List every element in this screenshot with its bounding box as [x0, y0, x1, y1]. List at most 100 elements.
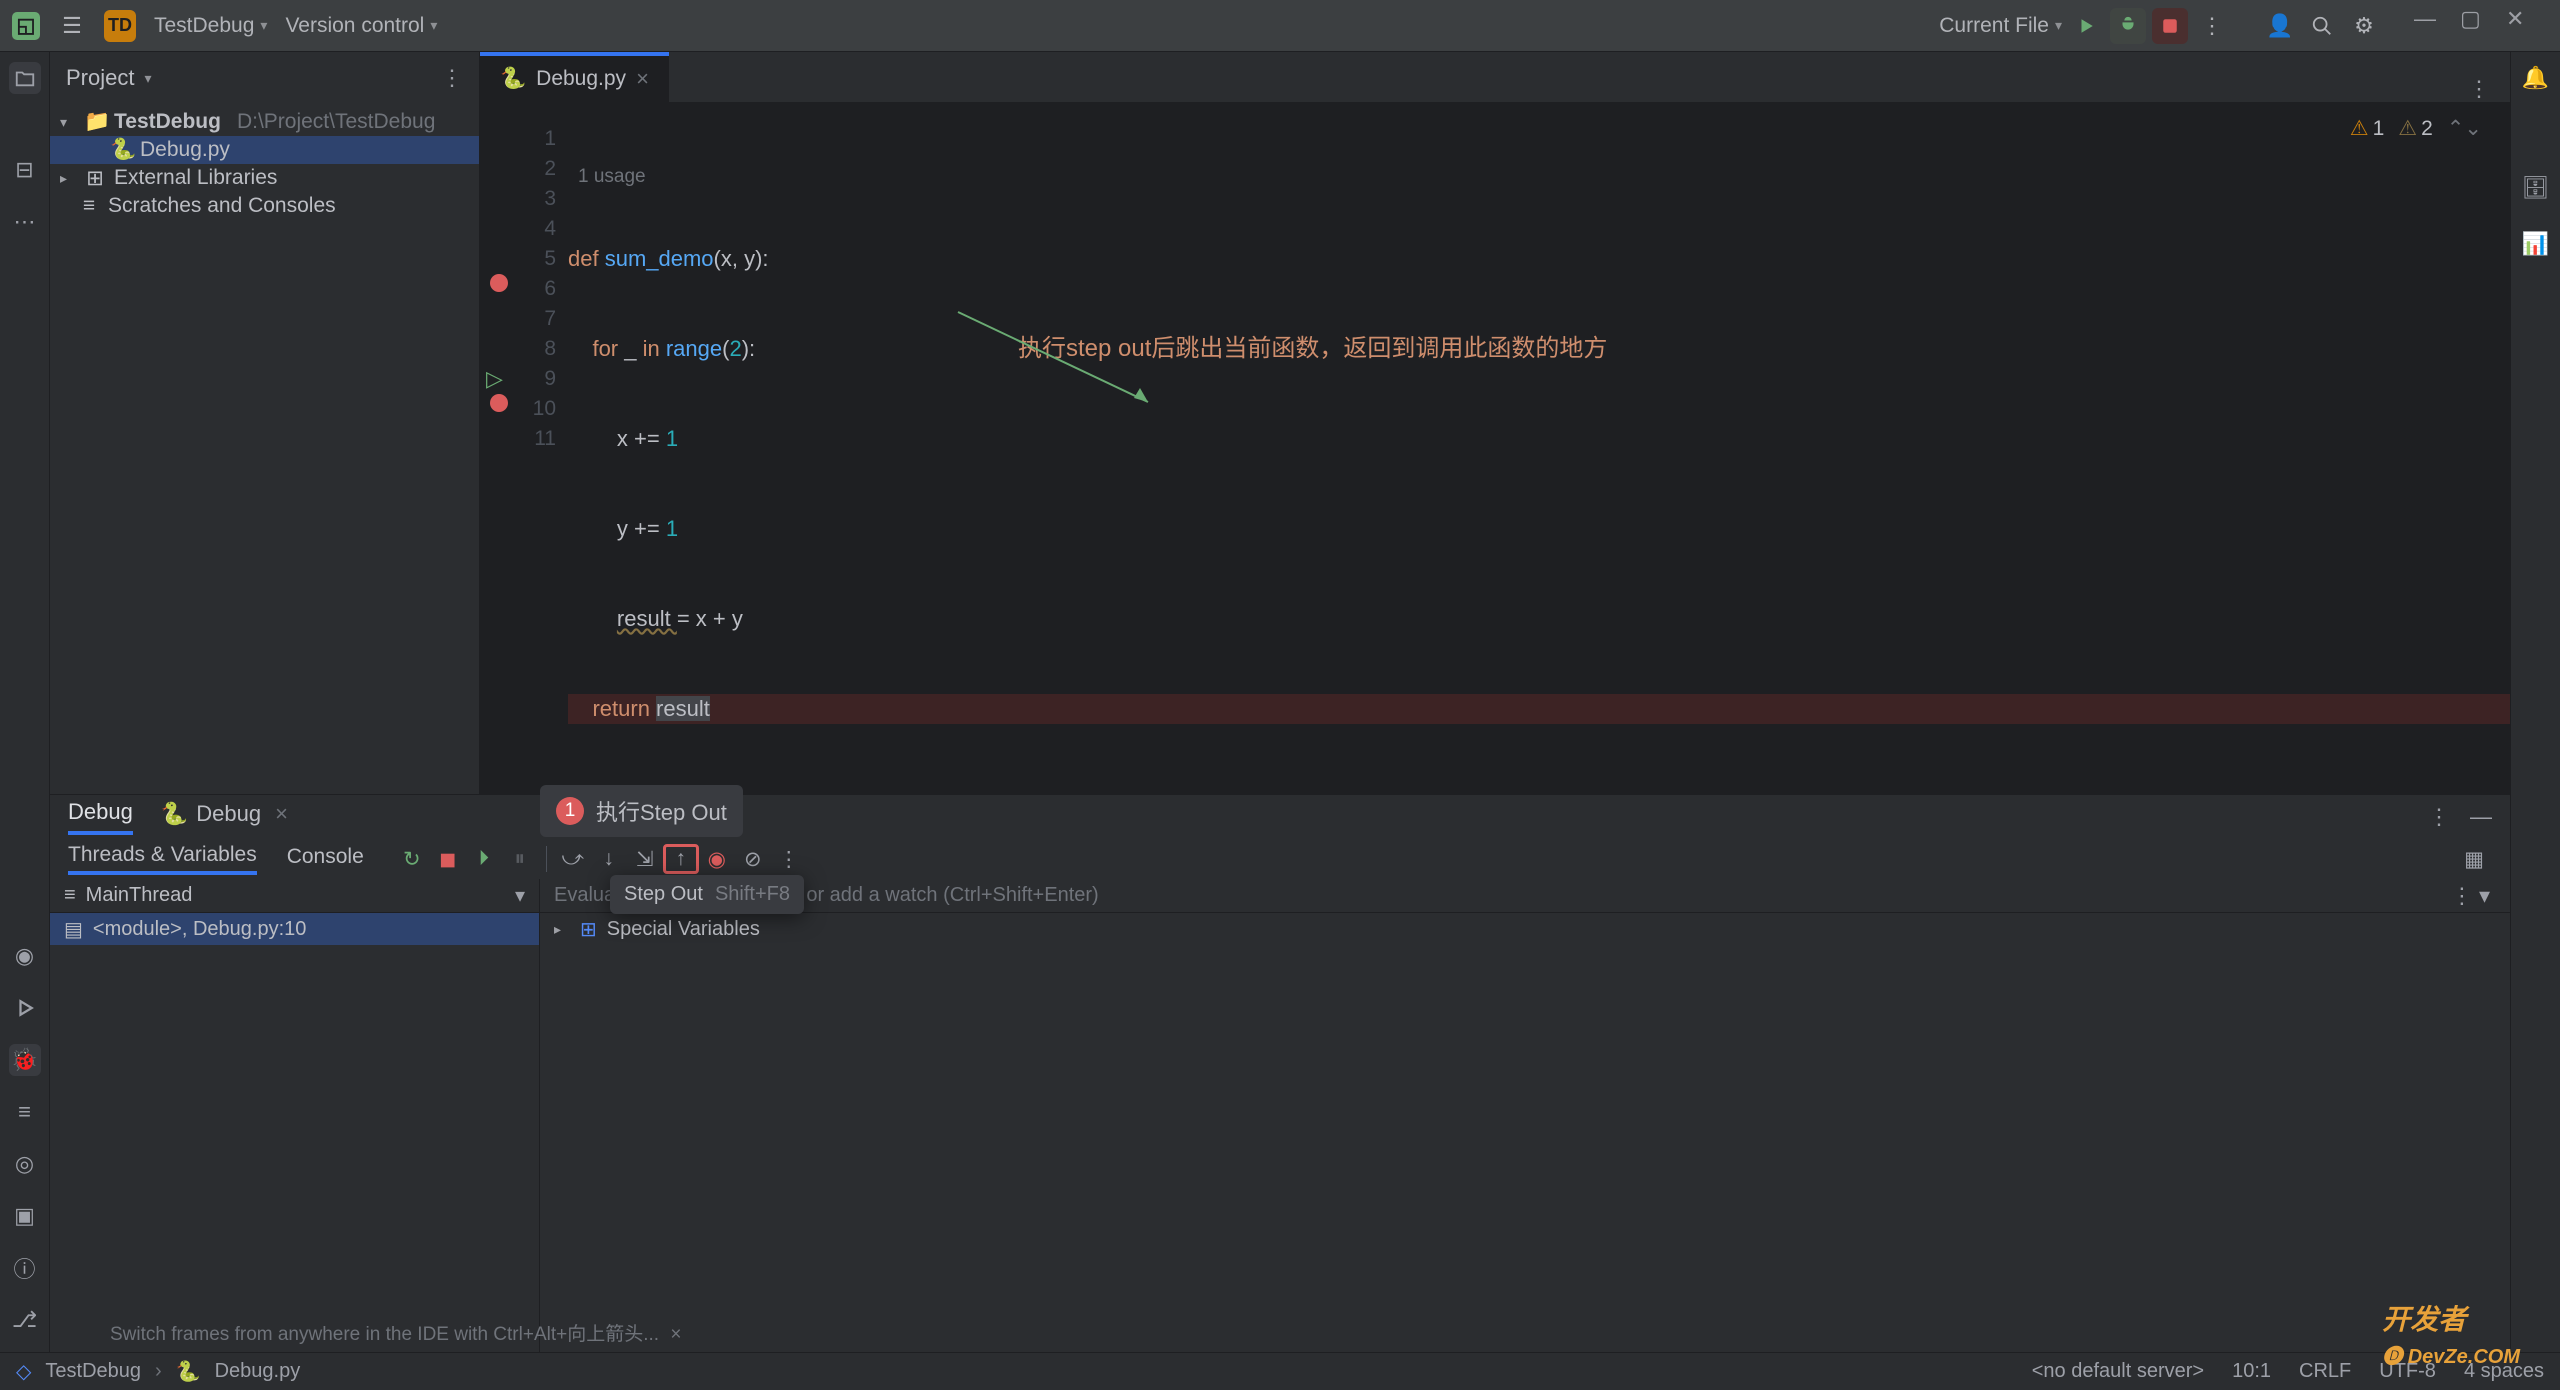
hamburger-icon[interactable]: ☰ [58, 12, 86, 40]
debug-run-tab[interactable]: 🐍Debug× [161, 801, 288, 833]
thread-selector[interactable]: ≡ MainThread ▾ [50, 879, 539, 913]
vcs-menu[interactable]: Version control ▾ [285, 14, 437, 38]
python-console-icon[interactable]: ◉ [9, 940, 41, 972]
tree-file-label: Debug.py [140, 138, 230, 162]
rerun-icon[interactable]: ↻ [394, 844, 430, 874]
right-tool-strip: 🔔 🗄 📊 [2510, 52, 2560, 1352]
step-over-icon[interactable]: ⤻ [555, 844, 591, 874]
scratches-label: Scratches and Consoles [108, 194, 336, 218]
chevron-right-icon: ▸ [60, 170, 76, 187]
sciview-icon[interactable]: 📊 [2520, 228, 2552, 260]
ide-logo-icon[interactable]: ◱ [12, 12, 40, 40]
minimize-icon[interactable]: — [2414, 6, 2454, 46]
notifications-icon[interactable]: 🔔 [2520, 62, 2552, 94]
chevron-down-icon: ▾ [260, 17, 267, 34]
debug-button[interactable] [2110, 8, 2146, 44]
frame-icon: ▤ [64, 917, 83, 942]
database-icon[interactable]: 🗄 [2520, 172, 2552, 204]
vcs-tool-icon[interactable]: ⎇ [9, 1304, 41, 1336]
editor-options-icon[interactable]: ⋮ [2468, 76, 2510, 102]
pause-icon[interactable]: ⏸ [502, 844, 538, 874]
terminal-icon[interactable]: ▣ [9, 1200, 41, 1232]
debug-tool-icon[interactable]: 🐞 [9, 1044, 41, 1076]
stop-icon[interactable]: ◼ [430, 844, 466, 874]
crumb-project[interactable]: TestDebug [45, 1360, 141, 1383]
line-separator[interactable]: CRLF [2299, 1360, 2351, 1383]
panel-options-icon[interactable]: ⋮ [441, 65, 463, 91]
variables-panel: Evaluate expression (Enter) or add a wat… [540, 879, 2510, 1352]
breakpoint-icon[interactable] [490, 274, 508, 292]
project-tree[interactable]: ▾ 📁 TestDebug D:\Project\TestDebug 🐍 Deb… [50, 104, 479, 224]
debug-tab[interactable]: Debug [68, 799, 133, 835]
chevron-down-icon: ▾ [430, 17, 437, 34]
panel-options-icon[interactable]: ⋮ [2428, 804, 2450, 830]
step-into-my-icon[interactable]: ⇲ [627, 844, 663, 874]
debug-body: ≡ MainThread ▾ ▤ <module>, Debug.py:10 E… [50, 879, 2510, 1352]
module-icon: ◇ [16, 1359, 31, 1384]
callout-number: 1 [556, 797, 584, 825]
layout-icon[interactable]: ▦ [2456, 844, 2492, 874]
console-tab[interactable]: Console [287, 845, 364, 873]
step-into-icon[interactable]: ↓ [591, 844, 627, 874]
scratches-icon: ≡ [78, 194, 100, 218]
threads-vars-tab[interactable]: Threads & Variables [68, 843, 257, 875]
debug-panel: Debug 🐍Debug× ⋮ — 1 执行Step Out Threads &… [50, 794, 2510, 1352]
services-icon[interactable]: ≡ [9, 1096, 41, 1128]
frames-panel: ≡ MainThread ▾ ▤ <module>, Debug.py:10 [50, 879, 540, 1352]
search-icon[interactable] [2304, 8, 2340, 44]
mute-breakpoints-icon[interactable]: ⊘ [735, 844, 771, 874]
titlebar: ◱ ☰ TD TestDebug ▾ Version control ▾ Curre… [0, 0, 2560, 52]
step-out-button[interactable]: ↑ [663, 844, 699, 874]
evaluate-input[interactable]: Evaluate expression (Enter) or add a wat… [540, 879, 2510, 913]
close-icon[interactable]: × [670, 1324, 681, 1345]
python-file-icon: 🐍 [500, 67, 526, 91]
more-icon[interactable]: ⋮ [2194, 8, 2230, 44]
chevron-down-icon: ▾ [60, 114, 76, 131]
crumb-file[interactable]: Debug.py [215, 1360, 301, 1383]
run-config-selector[interactable]: Current File▾ [1939, 14, 2062, 38]
editor-tab[interactable]: 🐍 Debug.py × [480, 52, 669, 102]
tree-scratches[interactable]: ≡ Scratches and Consoles [50, 192, 479, 220]
usage-hint: 1 usage [568, 162, 2510, 184]
python-file-icon: 🐍 [110, 138, 132, 162]
statusbar: ◇ TestDebug › 🐍 Debug.py <no default ser… [0, 1352, 2560, 1390]
tree-ext-libs[interactable]: ▸ ⊞ External Libraries [50, 164, 479, 192]
maximize-icon[interactable]: ▢ [2460, 6, 2500, 46]
vars-options-icon[interactable]: ⋮ ▾ [2437, 879, 2504, 913]
project-selector[interactable]: TestDebug ▾ [154, 14, 267, 38]
chevron-right-icon: ▸ [554, 921, 570, 938]
vcs-label: Version control [285, 14, 424, 38]
problems-icon[interactable]: ⓘ [9, 1252, 41, 1284]
stop-button[interactable] [2152, 8, 2188, 44]
more-debug-icon[interactable]: ⋮ [771, 844, 807, 874]
minimize-panel-icon[interactable]: — [2470, 804, 2492, 830]
person-icon[interactable]: 👤 [2262, 8, 2298, 44]
chevron-down-icon: ▾ [144, 70, 151, 87]
project-name-label: TestDebug [154, 14, 254, 38]
structure-icon[interactable]: ⊟ [9, 154, 41, 186]
close-icon[interactable]: × [275, 801, 288, 827]
run-button[interactable] [2068, 8, 2104, 44]
server-status[interactable]: <no default server> [2032, 1360, 2204, 1383]
packages-icon[interactable]: ◎ [9, 1148, 41, 1180]
run-gutter-icon[interactable]: ▷ [486, 364, 503, 394]
tree-root[interactable]: ▾ 📁 TestDebug D:\Project\TestDebug [50, 108, 479, 136]
tree-file-debug[interactable]: 🐍 Debug.py [50, 136, 479, 164]
project-badge: TD [104, 10, 136, 42]
root-path: D:\Project\TestDebug [237, 110, 435, 134]
project-title-label: Project [66, 65, 134, 91]
frame-row[interactable]: ▤ <module>, Debug.py:10 [50, 913, 539, 945]
resume-icon[interactable]: ⏵ [466, 844, 502, 874]
breakpoint-icon[interactable] [490, 394, 508, 412]
project-tool-icon[interactable] [9, 62, 41, 94]
more-tools-icon[interactable]: ⋯ [9, 206, 41, 238]
step-out-callout: 1 执行Step Out [540, 785, 743, 837]
close-icon[interactable]: × [636, 66, 649, 92]
caret-position[interactable]: 10:1 [2232, 1360, 2271, 1383]
project-header[interactable]: Project ▾ ⋮ [50, 52, 479, 104]
gear-icon[interactable]: ⚙ [2346, 8, 2382, 44]
special-vars-row[interactable]: ▸ ⊞ Special Variables [540, 913, 2510, 945]
close-icon[interactable]: ✕ [2506, 6, 2546, 46]
run-tool-icon[interactable] [9, 992, 41, 1024]
view-breakpoints-icon[interactable]: ◉ [699, 844, 735, 874]
